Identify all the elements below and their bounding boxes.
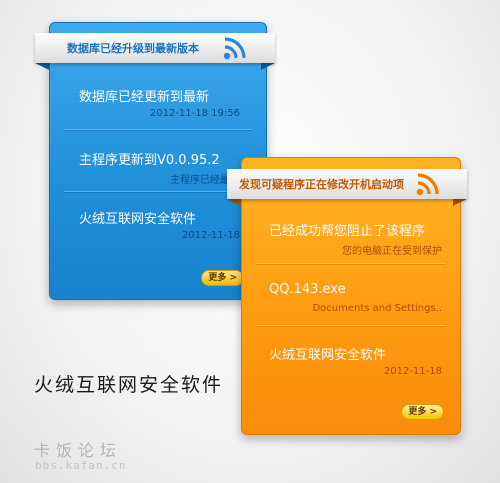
- divider: [64, 191, 251, 192]
- blue-item-1-title: 数据库已经更新到最新: [79, 90, 210, 105]
- orange-header-text: 发现可疑程序正在修改开机启动项: [239, 178, 404, 191]
- ribbon-fold: [261, 63, 275, 70]
- blue-item-3-sub: 2012-11-18: [181, 230, 240, 241]
- forum-watermark: 卡饭论坛: [34, 441, 123, 460]
- orange-item-2-sub: Documents and Settings..: [312, 303, 442, 314]
- divider: [256, 263, 446, 264]
- blue-header-text: 数据库已经升级到最新版本: [67, 42, 199, 55]
- orange-item-1-title: 已经成功帮您阻止了该程序: [269, 224, 426, 239]
- orange-item-2-title: QQ.143.exe: [269, 282, 346, 297]
- ribbon-fold: [35, 63, 49, 70]
- ribbon-fold: [453, 199, 467, 206]
- divider: [64, 129, 251, 130]
- orange-item-3-sub: 2012-11-18: [383, 366, 442, 377]
- rss-icon: [223, 34, 249, 60]
- product-caption: 火绒互联网安全软件: [34, 374, 224, 396]
- blue-item-1-sub: 2012-11-18 19:56: [149, 108, 240, 119]
- orange-item-3-title: 火绒互联网安全软件: [269, 348, 387, 363]
- blue-more-button[interactable]: 更多 >: [201, 270, 244, 286]
- orange-item-1-sub: 您的电脑正在受到保护: [342, 246, 442, 257]
- rss-icon: [416, 170, 442, 196]
- orange-more-button[interactable]: 更多 >: [401, 404, 444, 420]
- forum-url-watermark: bbs.kafan.cn: [35, 459, 127, 472]
- divider: [256, 325, 446, 326]
- blue-item-3-title: 火绒互联网安全软件: [79, 212, 197, 227]
- blue-item-2-title: 主程序更新到V0.0.95.2: [79, 153, 220, 168]
- database-update-panel: 数据库已经更新到最新 2012-11-18 19:56 主程序更新到V0.0.9…: [49, 22, 267, 300]
- ribbon-fold: [227, 199, 241, 206]
